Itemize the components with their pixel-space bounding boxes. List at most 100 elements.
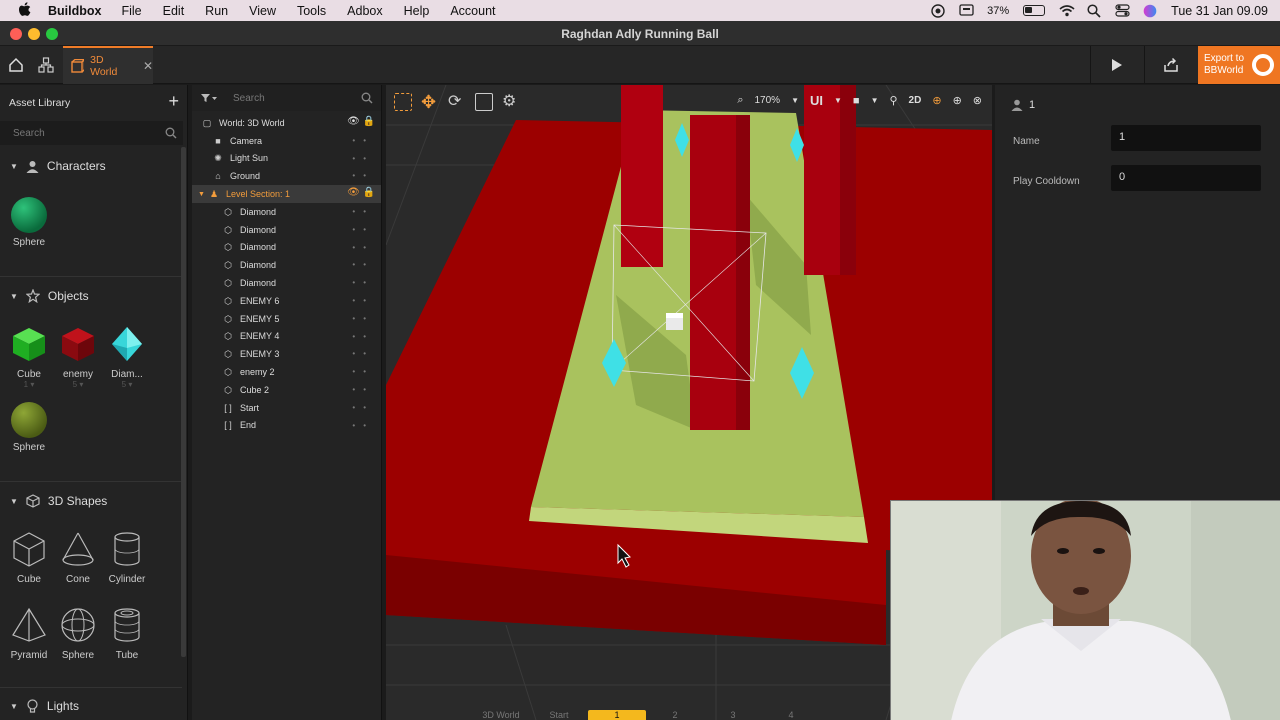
tree-item-enemy[interactable]: ⬡ enemy 2 ••: [192, 363, 381, 381]
section-lights[interactable]: ▼ Lights: [0, 693, 182, 719]
zoom-level[interactable]: 170%: [754, 95, 780, 106]
menu-run[interactable]: Run: [205, 4, 228, 18]
move-icon[interactable]: ✥: [421, 93, 439, 111]
filter-icon[interactable]: [201, 93, 217, 103]
asset-search-input[interactable]: Search: [0, 121, 183, 145]
siri-icon[interactable]: [1143, 4, 1157, 18]
level-tab[interactable]: 3: [704, 710, 762, 720]
asset-object-cube[interactable]: Cube 1 ▾: [4, 326, 54, 389]
asset-library-scrollbar[interactable]: [181, 147, 186, 657]
globe-icon[interactable]: ⊕: [932, 94, 941, 107]
chevron-down-icon[interactable]: ▼: [791, 96, 799, 105]
visibility-lock-icon[interactable]: 👁 🔒: [347, 116, 375, 127]
menu-edit[interactable]: Edit: [163, 4, 185, 18]
row-toggle-dots[interactable]: ••: [352, 278, 374, 287]
chevron-down-icon[interactable]: ▼: [834, 96, 842, 105]
tree-item-diamond[interactable]: ⬡ Diamond ••: [192, 274, 381, 292]
row-toggle-dots[interactable]: ••: [352, 421, 374, 430]
rotate-icon[interactable]: ⟳: [448, 93, 466, 111]
wifi-icon[interactable]: [1059, 4, 1075, 17]
tree-item-cube[interactable]: ⬡ Cube 2 ••: [192, 381, 381, 399]
tree-item-ground[interactable]: ⌂ Ground ••: [192, 167, 381, 185]
tree-item-level-section[interactable]: ▼ ♟ Level Section: 1 👁 🔒: [192, 185, 381, 203]
scale-icon[interactable]: [475, 93, 493, 111]
tree-item-diamond[interactable]: ⬡ Diamond ••: [192, 256, 381, 274]
tree-item-diamond[interactable]: ⬡ Diamond ••: [192, 203, 381, 221]
apple-icon[interactable]: [18, 1, 34, 20]
tree-item-camera[interactable]: ■ Camera ••: [192, 132, 381, 150]
chevron-down-icon[interactable]: ▼: [871, 96, 879, 105]
menu-file[interactable]: File: [121, 4, 141, 18]
tree-item-end[interactable]: [ ] End ••: [192, 417, 381, 435]
asset-object-diamond[interactable]: Diam... 5 ▾: [102, 326, 152, 389]
scene-search-input[interactable]: Search: [192, 85, 381, 111]
section-objects[interactable]: ▼ Objects: [0, 283, 182, 309]
tree-item-enemy[interactable]: ⬡ ENEMY 4 ••: [192, 328, 381, 346]
tree-item-enemy[interactable]: ⬡ ENEMY 3 ••: [192, 345, 381, 363]
control-center-icon[interactable]: [1115, 4, 1130, 17]
row-toggle-dots[interactable]: ••: [352, 403, 374, 412]
asset-object-sphere[interactable]: Sphere: [4, 402, 54, 453]
export-to-bbworld-button[interactable]: Export to BBWorld: [1198, 46, 1280, 84]
lighting-icon[interactable]: ⚲: [889, 94, 897, 107]
row-toggle-dots[interactable]: ••: [352, 136, 374, 145]
row-toggle-dots[interactable]: ••: [352, 367, 374, 376]
row-toggle-dots[interactable]: ••: [352, 314, 374, 323]
expand-triangle-icon[interactable]: ▼: [198, 191, 208, 198]
menu-help[interactable]: Help: [404, 4, 430, 18]
menu-view[interactable]: View: [249, 4, 276, 18]
world-view-icon[interactable]: ⊕: [953, 94, 962, 107]
2d-toggle[interactable]: 2D: [909, 95, 922, 106]
row-toggle-dots[interactable]: ••: [352, 349, 374, 358]
tree-item-world[interactable]: ▢ World: 3D World 👁 🔒: [192, 114, 381, 132]
tree-item-start[interactable]: [ ] Start ••: [192, 399, 381, 417]
row-toggle-dots[interactable]: ••: [352, 207, 374, 216]
menu-adbox[interactable]: Adbox: [347, 4, 382, 18]
level-tab[interactable]: Start: [530, 710, 588, 720]
shape-cube[interactable]: Cube: [4, 531, 54, 585]
menu-account[interactable]: Account: [450, 4, 495, 18]
level-tab[interactable]: 4: [762, 710, 820, 720]
asset-object-enemy[interactable]: enemy 5 ▾: [53, 326, 103, 389]
row-toggle-dots[interactable]: ••: [352, 225, 374, 234]
shape-pyramid[interactable]: Pyramid: [4, 607, 54, 661]
tree-item-diamond[interactable]: ⬡ Diamond ••: [192, 221, 381, 239]
spotlight-search-icon[interactable]: [1087, 4, 1101, 18]
row-toggle-dots[interactable]: ••: [352, 154, 374, 163]
share-icon[interactable]: [1163, 57, 1179, 73]
prop-name-field[interactable]: 1: [1111, 125, 1261, 151]
keyboard-icon[interactable]: [959, 4, 974, 17]
home-icon[interactable]: [8, 57, 24, 73]
section-3d-shapes[interactable]: ▼ 3D Shapes: [0, 488, 182, 514]
close-tab-icon[interactable]: ✕: [143, 59, 153, 73]
row-toggle-dots[interactable]: ••: [352, 385, 374, 394]
shape-cylinder[interactable]: Cylinder: [102, 531, 152, 585]
asset-character-sphere[interactable]: Sphere: [4, 197, 54, 248]
row-toggle-dots[interactable]: ••: [352, 171, 374, 180]
row-toggle-dots[interactable]: ••: [352, 260, 374, 269]
visibility-lock-icon[interactable]: 👁 🔒: [347, 187, 375, 198]
select-box-icon[interactable]: [394, 93, 412, 111]
settings-icon[interactable]: ⚙: [502, 93, 520, 111]
app-menu[interactable]: Buildbox: [48, 4, 101, 18]
camera-view-icon[interactable]: ■: [853, 95, 860, 107]
row-toggle-dots[interactable]: ••: [352, 296, 374, 305]
shape-cone[interactable]: Cone: [53, 531, 103, 585]
screen-record-icon[interactable]: [931, 4, 945, 18]
row-toggle-dots[interactable]: ••: [352, 243, 374, 252]
tree-item-enemy[interactable]: ⬡ ENEMY 6 ••: [192, 292, 381, 310]
menu-tools[interactable]: Tools: [297, 4, 326, 18]
snap-icon[interactable]: ⊗: [973, 94, 982, 107]
add-asset-icon[interactable]: +: [168, 91, 179, 112]
tree-item-light-sun[interactable]: ✺ Light Sun ••: [192, 150, 381, 168]
play-icon[interactable]: [1110, 57, 1126, 73]
battery-icon[interactable]: [1023, 5, 1046, 16]
level-tab[interactable]: 2: [646, 710, 704, 720]
shape-sphere[interactable]: Sphere: [53, 607, 103, 661]
tree-item-diamond[interactable]: ⬡ Diamond ••: [192, 239, 381, 257]
node-map-icon[interactable]: [38, 57, 54, 73]
level-tab[interactable]: 3D World: [472, 710, 530, 720]
tree-item-enemy[interactable]: ⬡ ENEMY 5 ••: [192, 310, 381, 328]
level-tab-active[interactable]: 1: [588, 710, 646, 720]
prop-cooldown-field[interactable]: 0: [1111, 165, 1261, 191]
